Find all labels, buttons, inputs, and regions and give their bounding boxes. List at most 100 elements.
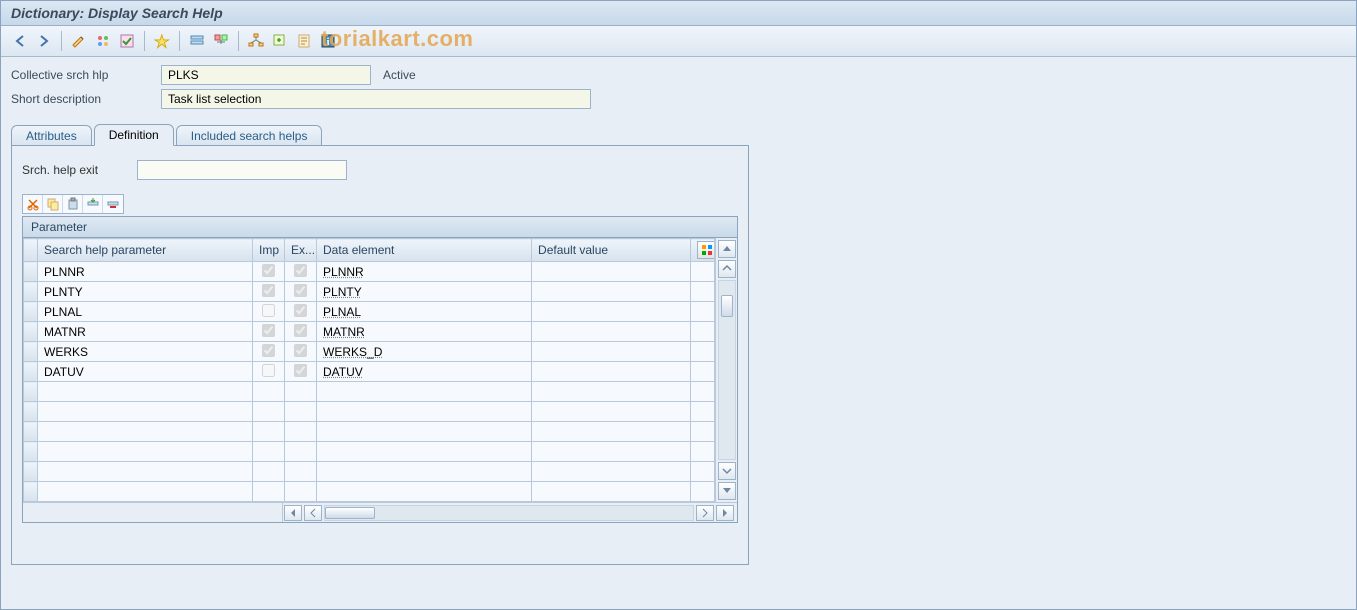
row-selector[interactable] bbox=[24, 482, 38, 502]
default-cell[interactable] bbox=[532, 362, 690, 381]
data-element-cell[interactable] bbox=[317, 462, 531, 481]
param-cell[interactable] bbox=[38, 422, 252, 441]
row-selector[interactable] bbox=[24, 382, 38, 402]
vscroll-thumb[interactable] bbox=[721, 295, 733, 317]
imp-checkbox[interactable] bbox=[262, 284, 275, 297]
param-cell[interactable] bbox=[38, 442, 252, 461]
imp-checkbox[interactable] bbox=[262, 304, 275, 317]
row-selector[interactable] bbox=[24, 362, 38, 382]
imp-checkbox[interactable] bbox=[262, 264, 275, 277]
scroll-line-up-icon[interactable] bbox=[718, 260, 736, 278]
row-selector-header[interactable] bbox=[24, 239, 38, 262]
col-default[interactable]: Default value bbox=[532, 239, 691, 262]
row-selector[interactable] bbox=[24, 302, 38, 322]
imp-checkbox[interactable] bbox=[262, 324, 275, 337]
row-selector[interactable] bbox=[24, 342, 38, 362]
default-cell[interactable] bbox=[532, 482, 690, 501]
hscroll-track[interactable] bbox=[324, 505, 694, 521]
other-object-icon[interactable] bbox=[92, 30, 114, 52]
data-element-cell[interactable] bbox=[317, 482, 531, 501]
param-cell[interactable] bbox=[38, 302, 252, 321]
param-cell[interactable] bbox=[38, 382, 252, 401]
imp-checkbox[interactable] bbox=[262, 344, 275, 357]
param-cell[interactable] bbox=[38, 362, 252, 381]
data-element-cell[interactable] bbox=[317, 382, 531, 401]
tab-attributes[interactable]: Attributes bbox=[11, 125, 92, 146]
exp-checkbox[interactable] bbox=[294, 264, 307, 277]
param-cell[interactable] bbox=[38, 462, 252, 481]
default-cell[interactable] bbox=[532, 382, 690, 401]
scroll-right-icon[interactable] bbox=[716, 505, 734, 521]
data-element-cell[interactable] bbox=[317, 342, 531, 361]
default-cell[interactable] bbox=[532, 282, 690, 301]
default-cell[interactable] bbox=[532, 302, 690, 321]
check-icon[interactable] bbox=[116, 30, 138, 52]
param-cell[interactable] bbox=[38, 482, 252, 501]
col-exp[interactable]: Ex... bbox=[285, 239, 317, 262]
scroll-left-icon[interactable] bbox=[284, 505, 302, 521]
delete-row-icon[interactable] bbox=[103, 195, 123, 213]
data-element-cell[interactable] bbox=[317, 402, 531, 421]
row-selector[interactable] bbox=[24, 322, 38, 342]
display-change-icon[interactable] bbox=[68, 30, 90, 52]
row-selector[interactable] bbox=[24, 402, 38, 422]
where-used-icon[interactable] bbox=[186, 30, 208, 52]
param-cell[interactable] bbox=[38, 322, 252, 341]
default-cell[interactable] bbox=[532, 442, 690, 461]
row-selector[interactable] bbox=[24, 282, 38, 302]
default-cell[interactable] bbox=[532, 462, 690, 481]
data-element-cell[interactable] bbox=[317, 322, 531, 341]
exit-field[interactable] bbox=[137, 160, 347, 180]
exp-checkbox[interactable] bbox=[294, 344, 307, 357]
tab-included[interactable]: Included search helps bbox=[176, 125, 323, 146]
row-selector[interactable] bbox=[24, 422, 38, 442]
scroll-down-icon[interactable] bbox=[718, 482, 736, 500]
exp-checkbox[interactable] bbox=[294, 304, 307, 317]
documentation-icon[interactable] bbox=[293, 30, 315, 52]
data-element-cell[interactable] bbox=[317, 282, 531, 301]
vertical-scrollbar[interactable] bbox=[715, 238, 737, 502]
default-cell[interactable] bbox=[532, 402, 690, 421]
scroll-up-icon[interactable] bbox=[718, 240, 736, 258]
display-object-list-icon[interactable] bbox=[210, 30, 232, 52]
data-element-cell[interactable] bbox=[317, 362, 531, 381]
scroll-col-left-icon[interactable] bbox=[304, 505, 322, 521]
horizontal-scrollbar[interactable] bbox=[23, 502, 737, 522]
col-config[interactable] bbox=[691, 239, 715, 262]
col-param[interactable]: Search help parameter bbox=[38, 239, 253, 262]
param-cell[interactable] bbox=[38, 342, 252, 361]
default-cell[interactable] bbox=[532, 422, 690, 441]
row-selector[interactable] bbox=[24, 462, 38, 482]
copy-icon[interactable] bbox=[43, 195, 63, 213]
back-icon[interactable] bbox=[9, 30, 31, 52]
tab-definition[interactable]: Definition bbox=[94, 124, 174, 146]
param-cell[interactable] bbox=[38, 262, 252, 281]
data-element-cell[interactable] bbox=[317, 302, 531, 321]
default-cell[interactable] bbox=[532, 342, 690, 361]
desc-field[interactable] bbox=[161, 89, 591, 109]
exp-checkbox[interactable] bbox=[294, 324, 307, 337]
info-icon[interactable]: i bbox=[317, 30, 339, 52]
row-selector[interactable] bbox=[24, 442, 38, 462]
scroll-line-down-icon[interactable] bbox=[718, 462, 736, 480]
data-element-cell[interactable] bbox=[317, 442, 531, 461]
param-cell[interactable] bbox=[38, 402, 252, 421]
insert-row-icon[interactable] bbox=[83, 195, 103, 213]
append-icon[interactable] bbox=[269, 30, 291, 52]
data-element-cell[interactable] bbox=[317, 422, 531, 441]
paste-icon[interactable] bbox=[63, 195, 83, 213]
hierarchy-icon[interactable] bbox=[245, 30, 267, 52]
cut-icon[interactable] bbox=[23, 195, 43, 213]
scroll-col-right-icon[interactable] bbox=[696, 505, 714, 521]
param-cell[interactable] bbox=[38, 282, 252, 301]
default-cell[interactable] bbox=[532, 262, 690, 281]
table-settings-icon[interactable] bbox=[697, 241, 715, 259]
default-cell[interactable] bbox=[532, 322, 690, 341]
activate-icon[interactable] bbox=[151, 30, 173, 52]
hscroll-thumb[interactable] bbox=[325, 507, 375, 519]
exp-checkbox[interactable] bbox=[294, 284, 307, 297]
col-imp[interactable]: Imp bbox=[253, 239, 285, 262]
vscroll-track[interactable] bbox=[718, 280, 736, 460]
exp-checkbox[interactable] bbox=[294, 364, 307, 377]
data-element-cell[interactable] bbox=[317, 262, 531, 281]
